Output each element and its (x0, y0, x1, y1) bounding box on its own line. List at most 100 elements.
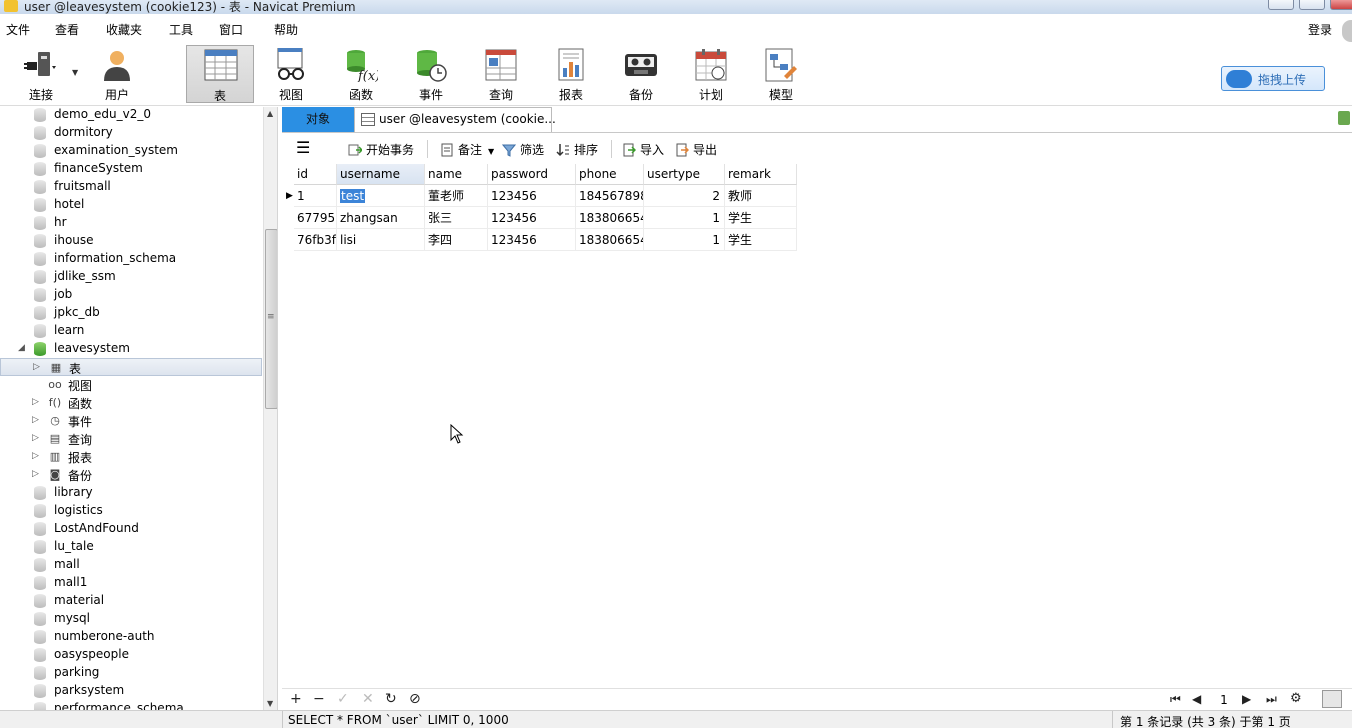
event-button[interactable]: 事件 (397, 45, 465, 103)
sidebar-item-database[interactable]: library (0, 484, 262, 502)
stop-icon[interactable]: ⊘ (409, 691, 421, 707)
cell-password[interactable]: 123456 (488, 207, 576, 229)
cell-phone[interactable]: 1838066544 (576, 207, 644, 229)
sidebar-item-object-group[interactable]: ▷ ◷ 事件 (0, 412, 262, 430)
sidebar-item-object-group[interactable]: ▷ f() 函数 (0, 394, 262, 412)
sidebar-item-database[interactable]: learn (0, 322, 262, 340)
apply-changes-icon[interactable]: ✓ (337, 691, 349, 707)
settings-gear-icon[interactable]: ⚙ (1290, 691, 1302, 706)
column-header-usertype[interactable]: usertype (644, 164, 725, 185)
scroll-up-icon[interactable]: ▲ (267, 109, 273, 118)
sidebar-scrollbar[interactable]: ▲ ≡ ▼ (263, 107, 277, 710)
memo-dropdown-icon[interactable]: ▼ (488, 147, 494, 156)
page-number-input[interactable]: 1 (1212, 692, 1236, 708)
expand-arrow-icon[interactable]: ▷ (33, 362, 40, 372)
report-button[interactable]: 报表 (537, 45, 605, 103)
cell-username[interactable]: test (337, 185, 425, 207)
sidebar-item-database[interactable]: mall1 (0, 574, 262, 592)
menu-hamburger-icon[interactable]: ☰ (296, 138, 310, 157)
collapse-arrow-icon[interactable]: ◢ (18, 343, 25, 353)
query-button[interactable]: 查询 (467, 45, 535, 103)
cell-usertype[interactable]: 1 (644, 229, 725, 251)
prev-page-icon[interactable]: ◀ (1192, 692, 1201, 706)
sidebar-item-database[interactable]: hotel (0, 196, 262, 214)
column-header-id[interactable]: id (294, 164, 337, 185)
cell-remark[interactable]: 学生 (725, 229, 797, 251)
sidebar-item-leavesystem[interactable]: ◢ leavesystem (0, 340, 262, 358)
sidebar-item-object-group[interactable]: ▷ ▦ 表 (0, 358, 262, 376)
sidebar-item-database[interactable]: LostAndFound (0, 520, 262, 538)
view-button[interactable]: 视图 (257, 45, 325, 103)
begin-transaction-button[interactable]: 开始事务 (348, 141, 414, 158)
expand-arrow-icon[interactable]: ▷ (32, 469, 39, 479)
tab-user-table[interactable]: user @leavesystem (cookie... (354, 107, 556, 132)
schedule-button[interactable]: 计划 (677, 45, 745, 103)
menu-help[interactable]: 帮助 (274, 21, 298, 38)
expand-arrow-icon[interactable]: ▷ (32, 451, 39, 461)
cell-username[interactable]: lisi (337, 229, 425, 251)
cell-password[interactable]: 123456 (488, 229, 576, 251)
column-header-password[interactable]: password (488, 164, 576, 185)
cell-id[interactable]: 76fb3fl (294, 229, 337, 251)
column-header-phone[interactable]: phone (576, 164, 644, 185)
first-page-icon[interactable]: ⏮ (1170, 692, 1181, 707)
sidebar-item-database[interactable]: logistics (0, 502, 262, 520)
menu-window[interactable]: 窗口 (219, 21, 243, 38)
column-header-name[interactable]: name (425, 164, 488, 185)
filter-button[interactable]: 筛选 (502, 141, 544, 158)
connection-dropdown-icon[interactable]: ▼ (72, 68, 78, 77)
expand-arrow-icon[interactable]: ▷ (32, 433, 39, 443)
cell-usertype[interactable]: 1 (644, 207, 725, 229)
sidebar-item-database[interactable]: examination_system (0, 142, 262, 160)
sidebar-item-database[interactable]: fruitsmall (0, 178, 262, 196)
cell-name[interactable]: 张三 (425, 207, 488, 229)
sidebar-item-database[interactable]: information_schema (0, 250, 262, 268)
sidebar-item-database[interactable]: financeSystem (0, 160, 262, 178)
sidebar-item-database[interactable]: performance_schema (0, 700, 262, 710)
user-button[interactable]: 用户 (83, 45, 151, 103)
restore-button[interactable] (1299, 0, 1325, 10)
avatar[interactable] (1342, 20, 1352, 42)
cell-name[interactable]: 李四 (425, 229, 488, 251)
cell-password[interactable]: 123456 (488, 185, 576, 207)
cell-usertype[interactable]: 2 (644, 185, 725, 207)
last-page-icon[interactable]: ⏭ (1266, 692, 1277, 707)
column-header-remark[interactable]: remark (725, 164, 797, 185)
menu-favorites[interactable]: 收藏夹 (106, 21, 142, 38)
delete-record-icon[interactable]: − (313, 691, 325, 707)
table-button[interactable]: 表 (186, 45, 254, 103)
cell-phone[interactable]: 183806654: (576, 229, 644, 251)
sidebar-item-object-group[interactable]: ▷ ▥ 报表 (0, 448, 262, 466)
refresh-icon[interactable]: ↻ (385, 691, 397, 707)
add-record-icon[interactable]: + (290, 691, 302, 707)
menu-view[interactable]: 查看 (55, 21, 79, 38)
sidebar-item-database[interactable]: oasyspeople (0, 646, 262, 664)
memo-button[interactable]: 备注 ▼ (440, 141, 494, 158)
scroll-down-icon[interactable]: ▼ (267, 699, 273, 708)
cell-id[interactable]: 1 (294, 185, 337, 207)
sidebar-item-database[interactable]: ihouse (0, 232, 262, 250)
sidebar-item-database[interactable]: job (0, 286, 262, 304)
sidebar-item-object-group[interactable]: oo 视图 (0, 376, 262, 394)
cell-name[interactable]: 董老师 (425, 185, 488, 207)
sidebar-item-database[interactable]: parksystem (0, 682, 262, 700)
function-button[interactable]: f(x) 函数 (327, 45, 395, 103)
sidebar-item-database[interactable]: numberone-auth (0, 628, 262, 646)
sidebar-item-database[interactable]: material (0, 592, 262, 610)
export-button[interactable]: 导出 (675, 141, 717, 158)
cell-phone[interactable]: 184567898 (576, 185, 644, 207)
cloud-upload-button[interactable]: 拖拽上传 (1221, 66, 1325, 91)
sort-button[interactable]: 排序 (556, 141, 598, 158)
tab-objects[interactable]: 对象 (282, 107, 354, 132)
sidebar-item-database[interactable]: jpkc_db (0, 304, 262, 322)
backup-button[interactable]: 备份 (607, 45, 675, 103)
grid-view-icon[interactable] (1322, 690, 1342, 708)
sidebar-item-database[interactable]: hr (0, 214, 262, 232)
column-header-username[interactable]: username (337, 164, 425, 185)
expand-arrow-icon[interactable]: ▷ (32, 415, 39, 425)
login-link[interactable]: 登录 (1308, 21, 1332, 38)
model-button[interactable]: 模型 (747, 45, 815, 103)
sidebar-item-database[interactable]: demo_edu_v2_0 (0, 107, 262, 124)
import-button[interactable]: 导入 (622, 141, 664, 158)
close-button[interactable] (1330, 0, 1352, 10)
